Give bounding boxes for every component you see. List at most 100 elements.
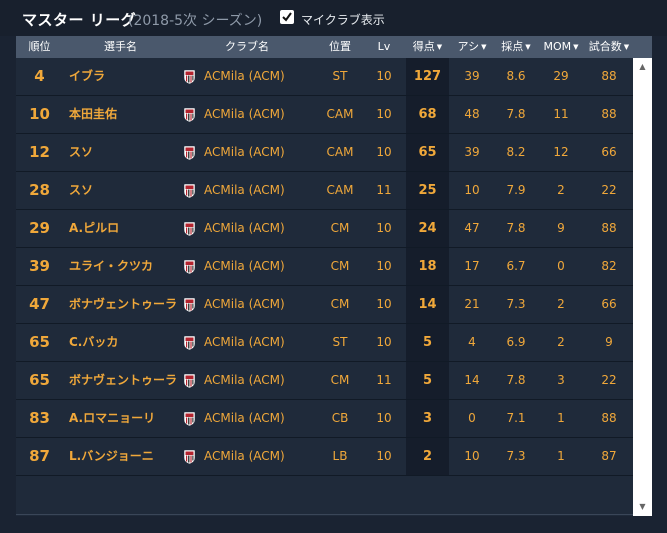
player-name[interactable]: ボナヴェントゥーラ xyxy=(69,362,179,399)
position-value: CAM xyxy=(326,183,354,197)
assists-value: 48 xyxy=(464,107,480,121)
myclub-label[interactable]: マイクラブ表示 xyxy=(301,11,385,28)
position-value: CAM xyxy=(326,145,354,159)
goals-value: 65 xyxy=(418,145,437,160)
table-row[interactable]: 12 スソ ACMila (ACM) CAM 10 65 39 8.2 12 6… xyxy=(16,134,633,172)
player-name[interactable]: C.バッカ xyxy=(69,324,179,361)
goals-value: 127 xyxy=(413,69,442,84)
table-row[interactable]: 39 ユライ・クツカ ACMila (ACM) CM 10 18 17 6.7 … xyxy=(16,248,633,286)
rank-value: 65 xyxy=(29,333,50,351)
col-rank[interactable]: 順位 xyxy=(16,36,63,58)
page-header: マスター リーグ (2018-5次 シーズン) マイクラブ表示 xyxy=(0,0,667,36)
table-row[interactable]: 65 ボナヴェントゥーラ ACMila (ACM) CM 11 5 14 7.8… xyxy=(16,362,633,400)
club-name[interactable]: ACMila (ACM) xyxy=(204,58,316,95)
col-position[interactable]: 位置 xyxy=(316,36,364,58)
mom-value: 0 xyxy=(557,259,565,273)
position-value: CM xyxy=(330,297,350,311)
mom-value: 9 xyxy=(557,221,565,235)
position-value: CB xyxy=(331,411,349,425)
table-row[interactable]: 83 A.ロマニョーリ ACMila (ACM) CB 10 3 0 7.1 1… xyxy=(16,400,633,438)
rank-value: 28 xyxy=(29,181,50,199)
caret-down-icon: ▼ xyxy=(623,43,630,51)
player-name[interactable]: ボナヴェントゥーラ xyxy=(69,286,179,323)
col-mom[interactable]: MOM ▼ xyxy=(537,36,585,58)
matches-value: 88 xyxy=(601,69,617,83)
col-club[interactable]: クラブ名 xyxy=(178,36,316,58)
table-row[interactable]: 4 イブラ ACMila (ACM) ST 10 127 39 8.6 29 8… xyxy=(16,58,633,96)
rating-value: 8.2 xyxy=(506,145,526,159)
goals-value: 24 xyxy=(418,221,437,236)
matches-value: 82 xyxy=(601,259,617,273)
goals-value: 68 xyxy=(418,107,437,122)
goals-value: 14 xyxy=(418,297,437,312)
rank-value: 4 xyxy=(34,67,45,85)
position-value: CM xyxy=(330,221,350,235)
club-name[interactable]: ACMila (ACM) xyxy=(204,400,316,437)
matches-value: 88 xyxy=(601,221,617,235)
position-value: ST xyxy=(332,69,348,83)
table-row[interactable]: 29 A.ピルロ ACMila (ACM) CM 10 24 47 7.8 9 … xyxy=(16,210,633,248)
scroll-down-arrow-icon[interactable]: ▼ xyxy=(633,500,652,514)
vertical-scrollbar[interactable]: ▲ ▼ xyxy=(633,58,652,516)
rank-value: 39 xyxy=(29,257,50,275)
rank-value: 12 xyxy=(29,143,50,161)
rating-value: 6.7 xyxy=(506,259,526,273)
table-row[interactable]: 10 本田圭佑 ACMila (ACM) CAM 10 68 48 7.8 11… xyxy=(16,96,633,134)
col-assists[interactable]: アシ ▼ xyxy=(449,36,495,58)
col-rating[interactable]: 採点 ▼ xyxy=(495,36,537,58)
assists-value: 14 xyxy=(464,373,480,387)
matches-value: 87 xyxy=(601,449,617,463)
table-row[interactable]: 47 ボナヴェントゥーラ ACMila (ACM) CM 10 14 21 7.… xyxy=(16,286,633,324)
club-name[interactable]: ACMila (ACM) xyxy=(204,96,316,133)
rank-value: 29 xyxy=(29,219,50,237)
level-value: 10 xyxy=(376,145,392,159)
player-name[interactable]: スソ xyxy=(69,134,179,171)
caret-down-icon: ▼ xyxy=(481,43,487,51)
club-name[interactable]: ACMila (ACM) xyxy=(204,172,316,209)
club-name[interactable]: ACMila (ACM) xyxy=(204,362,316,399)
matches-value: 9 xyxy=(605,335,613,349)
level-value: 11 xyxy=(376,373,392,387)
assists-value: 17 xyxy=(464,259,480,273)
table-row[interactable]: 87 L.バンジョーニ ACMila (ACM) LB 10 2 10 7.3 … xyxy=(16,438,633,476)
level-value: 10 xyxy=(376,449,392,463)
table-row[interactable]: 28 スソ ACMila (ACM) CAM 11 25 10 7.9 2 22 xyxy=(16,172,633,210)
level-value: 10 xyxy=(376,411,392,425)
club-name[interactable]: ACMila (ACM) xyxy=(204,134,316,171)
player-name[interactable]: 本田圭佑 xyxy=(69,96,179,133)
col-player[interactable]: 選手名 xyxy=(63,36,178,58)
level-value: 10 xyxy=(376,297,392,311)
player-name[interactable]: ユライ・クツカ xyxy=(69,248,179,285)
acmilan-crest-icon xyxy=(184,298,195,312)
scroll-up-arrow-icon[interactable]: ▲ xyxy=(633,60,652,74)
club-name[interactable]: ACMila (ACM) xyxy=(204,324,316,361)
col-level[interactable]: Lv xyxy=(364,36,404,58)
player-name[interactable]: イブラ xyxy=(69,58,179,95)
rating-value: 7.8 xyxy=(506,107,526,121)
matches-value: 66 xyxy=(601,297,617,311)
ranking-table: 順位 選手名 クラブ名 位置 Lv 得点 ▼ アシ ▼ 採点 ▼ MOM ▼ 試合数 ▼ … xyxy=(16,36,652,516)
table-row[interactable]: 65 C.バッカ ACMila (ACM) ST 10 5 4 6.9 2 9 xyxy=(16,324,633,362)
matches-value: 66 xyxy=(601,145,617,159)
col-goals[interactable]: 得点 ▼ xyxy=(406,36,449,58)
player-name[interactable]: スソ xyxy=(69,172,179,209)
rating-value: 7.8 xyxy=(506,373,526,387)
player-name[interactable]: A.ピルロ xyxy=(69,210,179,247)
level-value: 10 xyxy=(376,69,392,83)
level-value: 10 xyxy=(376,259,392,273)
col-matches[interactable]: 試合数 ▼ xyxy=(585,36,633,58)
myclub-checkbox[interactable] xyxy=(280,10,294,24)
goals-value: 5 xyxy=(422,335,433,350)
player-name[interactable]: L.バンジョーニ xyxy=(69,438,179,475)
club-name[interactable]: ACMila (ACM) xyxy=(204,438,316,475)
scrollbar-thumb[interactable] xyxy=(637,74,648,498)
level-value: 10 xyxy=(376,107,392,121)
rating-value: 7.8 xyxy=(506,221,526,235)
mom-value: 29 xyxy=(553,69,569,83)
club-name[interactable]: ACMila (ACM) xyxy=(204,248,316,285)
player-name[interactable]: A.ロマニョーリ xyxy=(69,400,179,437)
goals-value: 2 xyxy=(422,449,433,464)
checkmark-icon xyxy=(282,12,292,22)
club-name[interactable]: ACMila (ACM) xyxy=(204,286,316,323)
club-name[interactable]: ACMila (ACM) xyxy=(204,210,316,247)
